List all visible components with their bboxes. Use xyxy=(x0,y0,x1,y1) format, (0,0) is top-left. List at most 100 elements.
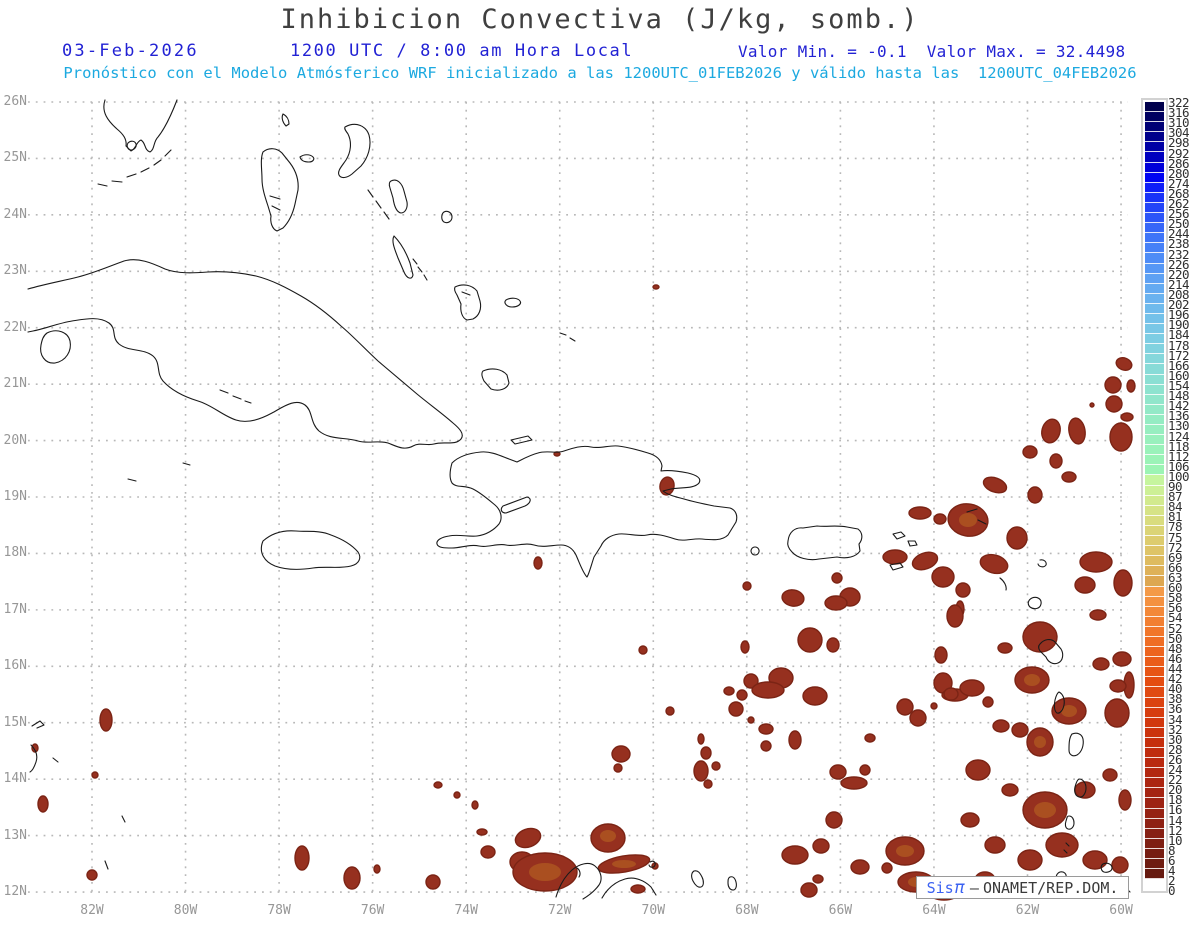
cin-region xyxy=(982,476,1008,494)
coast-jardines-cays xyxy=(219,389,252,404)
cin-region xyxy=(723,686,735,696)
coast-great-inagua xyxy=(481,368,510,391)
lat-tick-label: 24N xyxy=(3,206,27,222)
coast-crooked-acklins xyxy=(454,284,482,321)
colorbar-swatch xyxy=(1145,303,1164,314)
cin-region xyxy=(1068,417,1086,445)
lat-tick-label: 17N xyxy=(3,601,27,617)
cin-region xyxy=(882,549,908,565)
coast-martinique xyxy=(1068,732,1084,757)
coast-st-vincent xyxy=(1064,815,1075,830)
branding-box: Sis π – ONAMET/REP.DOM. xyxy=(916,876,1129,899)
cin-region-core xyxy=(600,830,616,842)
colorbar-swatch xyxy=(1145,808,1164,819)
colorbar xyxy=(1141,98,1168,894)
weather-map-page: Inhibicion Convectiva (J/kg, somb.) 03-F… xyxy=(0,0,1200,927)
colorbar-swatch xyxy=(1145,697,1164,708)
colorbar-swatch xyxy=(1145,546,1164,557)
colorbar-swatch xyxy=(1145,586,1164,597)
cin-region xyxy=(840,776,868,790)
colorbar-swatch xyxy=(1145,253,1164,264)
cin-region xyxy=(930,702,938,710)
coast-mayaguana xyxy=(504,297,522,308)
coast-eleuthera xyxy=(338,123,371,179)
colorbar-swatch xyxy=(1145,495,1164,506)
lat-tick-label: 26N xyxy=(3,94,27,109)
colorbar-swatch xyxy=(1145,324,1164,335)
coast-florida-bay-islet xyxy=(126,140,137,151)
cin-region xyxy=(955,582,971,598)
cin-region xyxy=(697,733,705,745)
colorbar-swatch xyxy=(1145,404,1164,415)
colorbar-swatch xyxy=(1145,515,1164,526)
cin-region xyxy=(802,686,828,706)
cin-region xyxy=(997,642,1013,654)
cin-region xyxy=(1126,379,1136,393)
colorbar-swatch xyxy=(1145,122,1164,133)
coast-cuba xyxy=(27,259,463,449)
colorbar-swatch xyxy=(1145,162,1164,173)
cin-region-core xyxy=(1034,736,1046,748)
lon-tick-label: 82W xyxy=(80,903,104,918)
cin-region-core xyxy=(896,845,914,857)
colorbar-swatch xyxy=(1145,283,1164,294)
cin-region xyxy=(471,800,479,810)
caribbean-cin-map xyxy=(27,99,1136,901)
coast-andros xyxy=(260,148,299,232)
colorbar-swatch xyxy=(1145,414,1164,425)
cin-region xyxy=(881,862,893,874)
colorbar-swatch xyxy=(1145,636,1164,648)
lat-tick-label: 13N xyxy=(3,827,27,843)
colorbar-swatch xyxy=(1145,112,1164,123)
lon-tick-label: 62W xyxy=(1015,903,1040,918)
pi-symbol: π xyxy=(954,877,965,898)
cin-region xyxy=(652,284,660,290)
colorbar-swatch xyxy=(1145,344,1164,355)
colorbar-swatch xyxy=(1145,445,1164,456)
lat-tick-label: 14N xyxy=(3,771,27,787)
colorbar-swatch xyxy=(1145,647,1164,658)
colorbar-labels: 322 316 310 304 298 292 286 280 274 268 262 256 250 2… xyxy=(1168,0,1198,927)
coast-florida xyxy=(103,99,178,153)
lon-tick-label: 78W xyxy=(267,903,291,918)
cin-region xyxy=(728,701,744,717)
cin-region xyxy=(758,723,774,735)
branding-org: ONAMET/REP.DOM. xyxy=(982,878,1119,897)
cin-region xyxy=(1011,722,1029,738)
cin-region xyxy=(1022,445,1038,459)
coast-venezuela xyxy=(601,877,657,899)
cin-region xyxy=(800,882,818,898)
colorbar-swatch xyxy=(1145,616,1164,627)
cin-region xyxy=(751,681,785,699)
branding-dash: – xyxy=(969,878,979,897)
cin-region xyxy=(781,589,805,607)
colorbar-swatch xyxy=(1145,788,1164,799)
cin-region xyxy=(1027,486,1043,504)
coast-florida-keys xyxy=(97,149,172,187)
cin-region xyxy=(1118,789,1132,811)
coast-hispaniola xyxy=(436,445,738,578)
colorbar-swatch xyxy=(1145,223,1164,234)
colorbar-swatch xyxy=(1145,475,1164,486)
colorbar-swatch xyxy=(1145,354,1164,365)
cin-region xyxy=(1113,569,1133,597)
colorbar-swatch xyxy=(1145,667,1164,678)
lat-tick-label: 25N xyxy=(3,150,27,166)
colorbar-swatch xyxy=(1145,798,1164,809)
colorbar-swatch xyxy=(1145,848,1164,860)
colorbar-swatch xyxy=(1145,707,1164,718)
cin-region xyxy=(742,581,752,591)
cin-region xyxy=(693,760,709,782)
colorbar-swatch xyxy=(1145,596,1164,607)
cin-region xyxy=(1115,357,1133,371)
colorbar-swatch xyxy=(1145,838,1164,849)
lat-tick-label: 18N xyxy=(3,545,27,561)
cin-region xyxy=(613,763,623,773)
coast-puerto-rico xyxy=(787,525,863,561)
colorbar-swatch xyxy=(1145,505,1164,516)
cin-region xyxy=(425,874,441,890)
colorbar-swatch xyxy=(1145,727,1164,738)
coast-exuma-cays xyxy=(367,189,390,220)
cin-region xyxy=(711,761,721,771)
coast-cayman-islands xyxy=(127,462,191,482)
